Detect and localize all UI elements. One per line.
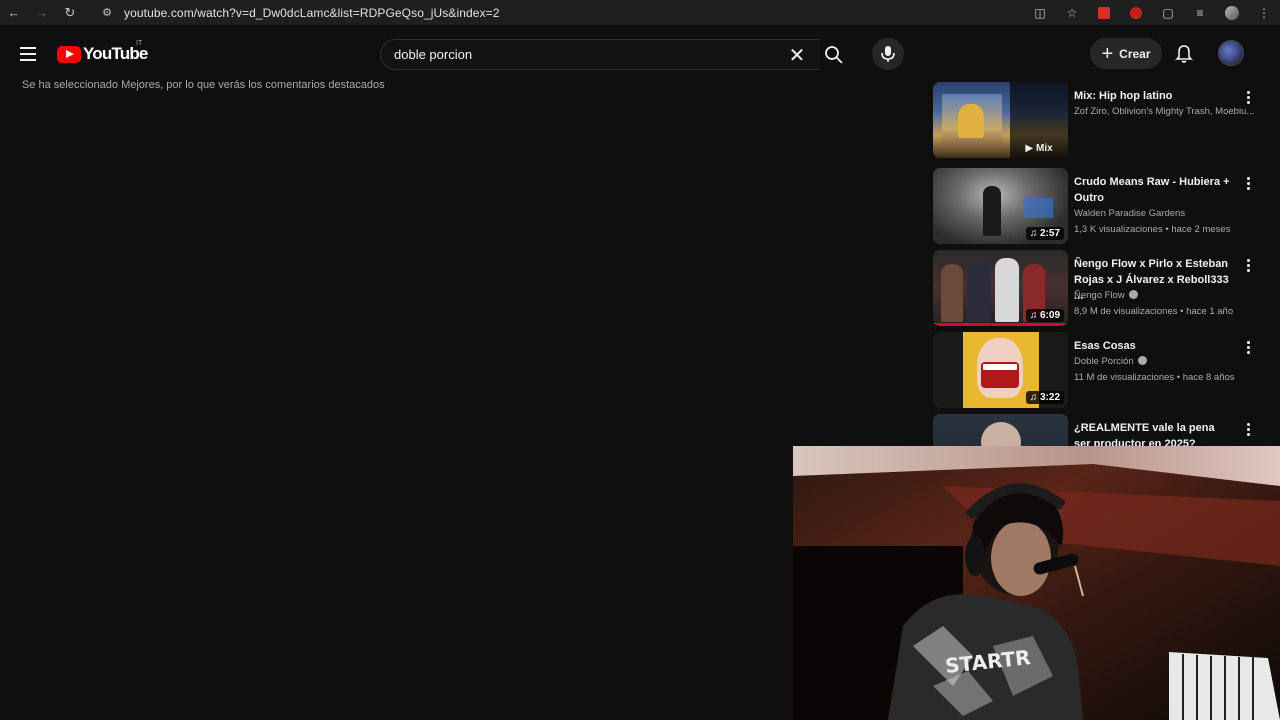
create-button[interactable]: + Crear	[1090, 38, 1162, 69]
comments-sort-note: Se ha seleccionado Mejores, por lo que v…	[22, 79, 385, 91]
country-code: IT	[136, 40, 143, 47]
duration-label: 6:09	[1039, 310, 1060, 321]
more-actions-icon[interactable]	[1241, 420, 1255, 438]
bookmark-star-icon[interactable]: ☆	[1056, 0, 1088, 25]
address-bar[interactable]: ⚙ youtube.com/watch?v=d_Dw0dcLamc&list=R…	[96, 2, 1096, 23]
verified-badge-icon	[1137, 356, 1147, 365]
webcam-feed: STARTR	[793, 446, 1280, 720]
menu-icon[interactable]: ⋮	[1248, 0, 1280, 25]
url-text[interactable]: youtube.com/watch?v=d_Dw0dcLamc&list=RDP…	[124, 6, 500, 20]
more-actions-icon[interactable]	[1241, 88, 1255, 106]
duration-badge: ♫ 3:22	[1025, 391, 1064, 404]
search-input[interactable]: doble porcion ✕	[380, 39, 820, 70]
youtube-logo[interactable]: YouTube IT	[57, 40, 148, 64]
extensions-puzzle-icon[interactable]: ▢	[1152, 0, 1184, 25]
account-avatar[interactable]	[1218, 40, 1244, 66]
duration-badge: ♫ 6:09	[1025, 309, 1064, 322]
clear-search-icon[interactable]: ✕	[786, 44, 808, 67]
video-title[interactable]: Esas Cosas	[1074, 338, 1234, 354]
logo-text: YouTube	[83, 44, 148, 63]
channel-name[interactable]: Ñengo Flow	[1074, 290, 1256, 301]
search-button[interactable]	[818, 39, 850, 70]
youtube-header: YouTube IT doble porcion ✕ + Crear	[0, 30, 1280, 78]
mix-badge: ▶ Mix	[1010, 82, 1068, 158]
recommendation-item[interactable]: ▶ Mix Mix: Hip hop latino Zof Ziro, Obliv…	[933, 82, 1273, 158]
reload-icon[interactable]: ↻	[56, 0, 84, 25]
webcam-overlay: STARTR	[793, 446, 1280, 720]
plus-icon: +	[1101, 42, 1114, 65]
forward-icon[interactable]: →	[28, 0, 56, 25]
more-actions-icon[interactable]	[1241, 338, 1255, 356]
video-thumbnail[interactable]: ♫ 2:57	[933, 168, 1068, 244]
more-actions-icon[interactable]	[1241, 256, 1255, 274]
profile-icon[interactable]	[1216, 0, 1248, 25]
media-control-icon[interactable]: ≡	[1184, 0, 1216, 25]
youtube-play-icon	[57, 45, 81, 63]
music-note-icon: ♫	[1029, 228, 1038, 239]
voice-search-button[interactable]	[872, 38, 904, 70]
channel-name[interactable]: Walden Paradise Gardens	[1074, 208, 1256, 219]
back-icon[interactable]: ←	[0, 0, 28, 25]
video-meta: 11 M de visualizaciones • hace 8 años	[1074, 372, 1235, 383]
duration-label: 3:22	[1039, 392, 1060, 403]
play-icon: ▶	[1025, 143, 1034, 154]
channel-label[interactable]: Ñengo Flow	[1074, 290, 1125, 301]
music-note-icon: ♫	[1029, 392, 1038, 403]
video-title[interactable]: Crudo Means Raw - Hubiera + Outro	[1074, 174, 1234, 206]
install-icon[interactable]: ◫	[1024, 0, 1056, 25]
video-title[interactable]: Mix: Hip hop latino	[1074, 88, 1234, 104]
recommendation-item[interactable]: ♫ 2:57 Crudo Means Raw - Hubiera + Outro…	[933, 168, 1273, 244]
hamburger-menu-icon[interactable]	[16, 42, 40, 66]
extension-icon[interactable]	[1088, 0, 1120, 25]
search-query[interactable]: doble porcion	[394, 47, 472, 62]
verified-badge-icon	[1128, 290, 1138, 299]
recommendation-item[interactable]: ♫ 6:09 Ñengo Flow x Pirlo x Esteban Roja…	[933, 250, 1273, 326]
channel-label[interactable]: Doble Porción	[1074, 356, 1134, 367]
badge-label: Mix	[1036, 143, 1053, 154]
duration-badge: ♫ 2:57	[1025, 227, 1064, 240]
video-thumbnail[interactable]: ♫ 6:09	[933, 250, 1068, 326]
browser-toolbar: ← → ↻ ⚙ youtube.com/watch?v=d_Dw0dcLamc&…	[0, 0, 1280, 25]
channel-name[interactable]: Zof Ziro, Oblivion's Mighty Trash, Moebi…	[1074, 106, 1256, 117]
more-actions-icon[interactable]	[1241, 174, 1255, 192]
video-meta: 8,9 M de visualizaciones • hace 1 año	[1074, 306, 1234, 317]
create-label: Crear	[1119, 46, 1151, 61]
video-thumbnail[interactable]: ♫ 3:22	[933, 332, 1068, 408]
search-icon	[825, 45, 843, 64]
video-thumbnail[interactable]: ▶ Mix	[933, 82, 1068, 158]
music-note-icon: ♫	[1029, 310, 1038, 321]
video-meta: 1,3 K visualizaciones • hace 2 meses	[1074, 224, 1231, 235]
extension-icon[interactable]	[1120, 0, 1152, 25]
site-info-icon[interactable]: ⚙	[96, 2, 118, 23]
microphone-icon	[881, 46, 895, 62]
notifications-bell-icon[interactable]	[1172, 42, 1196, 66]
channel-name[interactable]: Doble Porción	[1074, 356, 1256, 367]
duration-label: 2:57	[1039, 228, 1060, 239]
recommendation-item[interactable]: ♫ 3:22 Esas Cosas Doble Porción 11 M de …	[933, 332, 1273, 408]
